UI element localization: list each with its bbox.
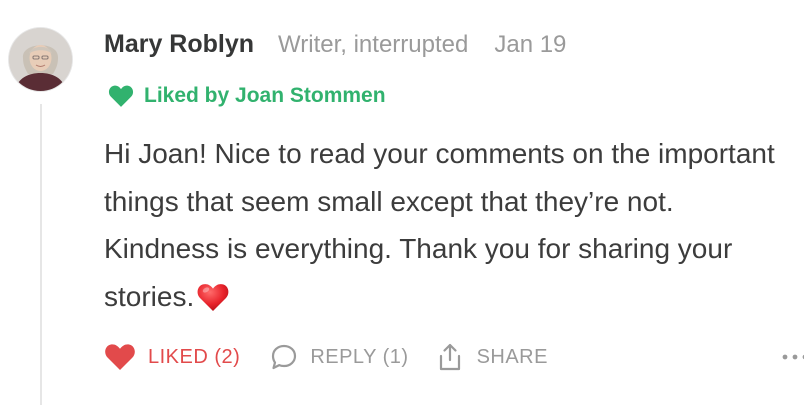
share-button[interactable]: SHARE (437, 342, 548, 372)
reply-button[interactable]: REPLY (1) (270, 343, 408, 371)
comment-actions: LIKED (2) REPLY (1) SHARE (104, 340, 804, 374)
thread-line (40, 104, 42, 405)
like-button[interactable]: LIKED (2) (104, 343, 240, 371)
liked-by-badge: Liked by Joan Stommen (108, 84, 386, 108)
author-name[interactable]: Mary Roblyn (104, 30, 254, 59)
share-label: SHARE (476, 345, 548, 368)
avatar-portrait-icon (9, 28, 72, 91)
comment-header: Mary Roblyn Writer, interrupted Jan 19 (104, 30, 566, 66)
liked-by-text: Liked by Joan Stommen (144, 84, 386, 107)
avatar[interactable] (9, 28, 72, 91)
author-subtitle[interactable]: Writer, interrupted (278, 31, 468, 59)
share-icon (439, 343, 460, 371)
comment-body: Hi Joan! Nice to read your comments on t… (104, 130, 784, 320)
reply-label: REPLY (1) (310, 345, 409, 368)
ellipsis-icon[interactable] (780, 346, 804, 368)
red-heart-emoji-icon (197, 283, 229, 311)
speech-bubble-icon (272, 344, 297, 370)
comment-date[interactable]: Jan 19 (494, 31, 566, 59)
heart-icon (105, 344, 135, 370)
heart-icon (108, 85, 134, 107)
like-label: LIKED (2) (148, 345, 241, 368)
